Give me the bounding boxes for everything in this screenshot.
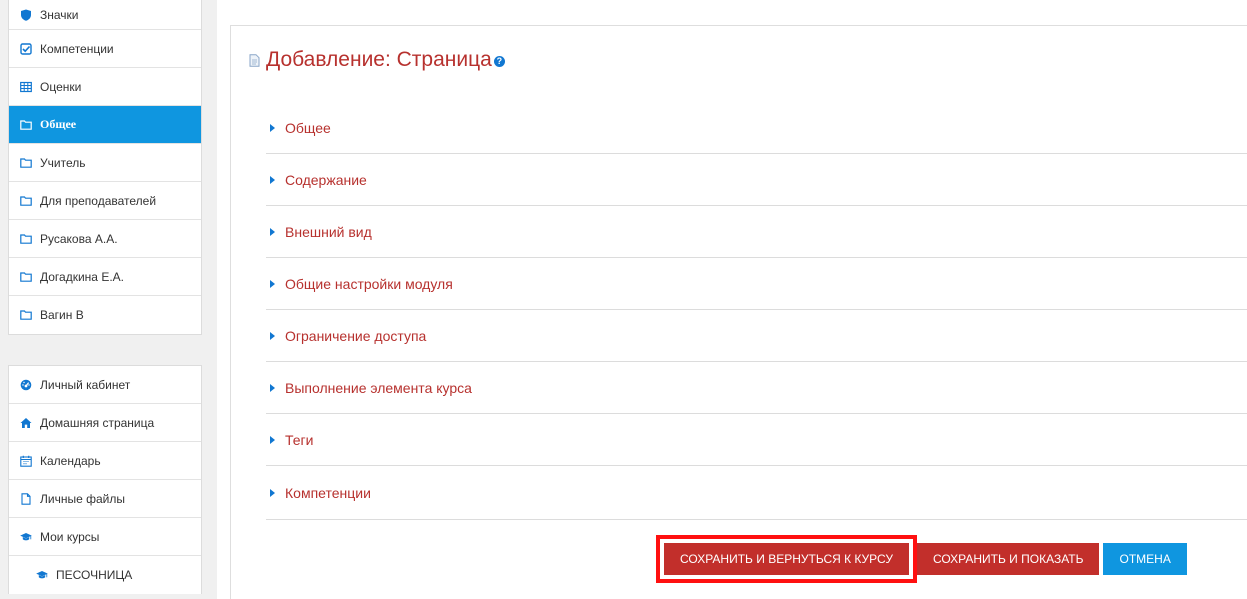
section-label: Теги [285,431,314,448]
calendar-icon [19,454,33,468]
section-activity-completion[interactable]: Выполнение элемента курса [266,362,1247,414]
caret-right-icon [270,175,275,184]
sidebar-item-grades[interactable]: Оценки [9,68,201,106]
help-icon[interactable]: ? [493,55,505,67]
sidebar-item-label: Учитель [40,155,86,170]
caret-right-icon [270,383,275,392]
caret-right-icon [270,227,275,236]
sidebar-item-private-files[interactable]: Личные файлы [9,480,201,518]
graduation-cap-icon [19,530,33,544]
sidebar-item-for-teachers[interactable]: Для преподавателей [9,182,201,220]
section-label: Внешний вид [285,223,372,240]
sidebar-item-label: Мои курсы [40,529,100,544]
section-label: Общее [285,119,331,136]
sidebar-item-sandbox[interactable]: ПЕСОЧНИЦА [9,556,201,594]
sidebar-item-competencies[interactable]: Компетенции [9,30,201,68]
sidebar-item-label: Русакова А.А. [40,231,118,246]
sidebar-item-badges[interactable]: Значки [9,0,201,30]
table-icon [19,80,33,94]
sidebar-item-home[interactable]: Домашняя страница [9,404,201,442]
sidebar: Значки Компетенции Оценки Общее Учитель … [0,0,217,599]
highlight-box: СОХРАНИТЬ И ВЕРНУТЬСЯ К КУРСУ [656,535,917,583]
home-icon [19,416,33,430]
caret-right-icon [270,279,275,288]
section-competencies[interactable]: Компетенции [266,466,1247,520]
sidebar-item-label: Личный кабинет [40,377,131,392]
page-icon [249,53,260,67]
caret-right-icon [270,331,275,340]
folder-icon [19,156,33,170]
caret-right-icon [270,123,275,132]
section-label: Общие настройки модуля [285,275,453,292]
cancel-button[interactable]: ОТМЕНА [1103,543,1187,575]
section-label: Выполнение элемента курса [285,379,472,396]
sidebar-item-dogadkina[interactable]: Догадкина Е.А. [9,258,201,296]
sidebar-item-label: Общее [40,117,77,131]
sidebar-item-label: Оценки [40,79,82,94]
sidebar-item-label: ПЕСОЧНИЦА [56,568,133,582]
section-general[interactable]: Общее [266,102,1247,154]
page-header: Добавление: Страница ? [249,48,505,72]
sidebar-item-my-courses[interactable]: Мои курсы [9,518,201,556]
sidebar-item-vagin[interactable]: Вагин В [9,296,201,334]
main-region: Добавление: Страница ? Общее Содержание … [230,25,1247,599]
form-sections: Общее Содержание Внешний вид Общие настр… [266,102,1247,520]
file-icon [19,492,33,506]
section-common-module-settings[interactable]: Общие настройки модуля [266,258,1247,310]
sidebar-item-label: Значки [40,7,79,22]
section-label: Содержание [285,171,367,188]
folder-icon [19,232,33,246]
sidebar-item-rusakova[interactable]: Русакова А.А. [9,220,201,258]
caret-right-icon [270,435,275,444]
graduation-cap-icon [35,568,49,582]
sidebar-item-label: Для преподавателей [40,193,157,208]
page-title: Добавление: Страница [266,48,492,71]
section-label: Ограничение доступа [285,327,427,344]
section-restrict-access[interactable]: Ограничение доступа [266,310,1247,362]
dashboard-icon [19,378,33,392]
sidebar-item-teacher[interactable]: Учитель [9,144,201,182]
sidebar-item-dashboard[interactable]: Личный кабинет [9,366,201,404]
sidebar-item-label: Календарь [40,453,101,468]
checkbox-icon [19,42,33,56]
sidebar-item-label: Компетенции [40,41,114,56]
course-navigation: Значки Компетенции Оценки Общее Учитель … [8,0,202,335]
form-actions: СОХРАНИТЬ И ВЕРНУТЬСЯ К КУРСУ СОХРАНИТЬ … [656,535,1187,583]
section-label: Компетенции [285,484,371,501]
sidebar-item-label: Вагин В [40,308,84,322]
folder-icon [19,270,33,284]
folder-icon [19,118,33,132]
section-appearance[interactable]: Внешний вид [266,206,1247,258]
sidebar-item-general[interactable]: Общее [9,106,201,144]
sidebar-item-label: Догадкина Е.А. [40,269,124,284]
folder-icon [19,308,33,322]
site-navigation: Личный кабинет Домашняя страница Календа… [8,365,202,594]
sidebar-item-label: Домашняя страница [40,415,155,430]
page: Значки Компетенции Оценки Общее Учитель … [0,0,1247,599]
save-and-display-button[interactable]: СОХРАНИТЬ И ПОКАЗАТЬ [916,543,1100,575]
section-content[interactable]: Содержание [266,154,1247,206]
caret-right-icon [270,488,275,497]
section-tags[interactable]: Теги [266,414,1247,466]
sidebar-item-calendar[interactable]: Календарь [9,442,201,480]
sidebar-item-label: Личные файлы [40,491,125,506]
shield-icon [19,8,33,22]
save-and-return-button[interactable]: СОХРАНИТЬ И ВЕРНУТЬСЯ К КУРСУ [664,543,909,575]
folder-icon [19,194,33,208]
